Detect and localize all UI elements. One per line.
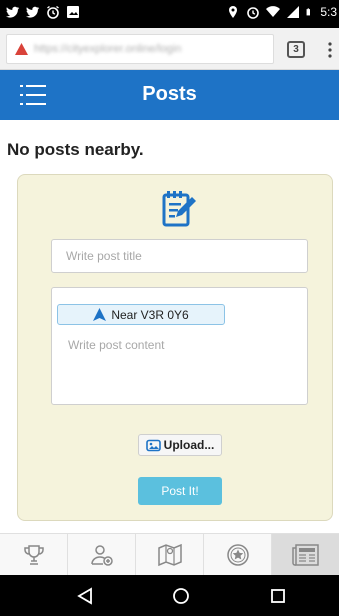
tab-switcher-button[interactable]: 3 (287, 41, 305, 58)
post-title-input[interactable] (51, 239, 308, 273)
location-badge[interactable]: Near V3R 0Y6 (57, 304, 225, 325)
nav-item-badge[interactable] (204, 534, 272, 576)
alarm-icon (247, 7, 260, 19)
post-it-button[interactable]: Post It! (138, 477, 222, 505)
trophy-icon (23, 545, 44, 565)
home-icon[interactable] (172, 587, 190, 605)
twitter-icon (6, 6, 20, 18)
post-content-box: Near V3R 0Y6 (51, 287, 308, 405)
overflow-menu-icon[interactable] (326, 42, 334, 58)
back-icon[interactable] (76, 587, 94, 605)
app-header: Posts (0, 70, 339, 120)
post-composer: Near V3R 0Y6 Upload... Post It! (17, 174, 333, 521)
empty-posts-message: No posts nearby. (7, 140, 144, 159)
alarm-icon (47, 5, 59, 19)
url-text: https://cityexplorer.online/login (34, 43, 182, 55)
system-nav-bar (0, 575, 339, 616)
nav-item-map[interactable] (136, 534, 204, 576)
twitter-icon (26, 6, 40, 18)
image-upload-icon (145, 439, 161, 451)
map-icon (157, 543, 182, 567)
notepad-pen-icon (162, 191, 196, 227)
wifi-icon (266, 6, 281, 17)
recents-icon[interactable] (269, 587, 287, 605)
post-content-input[interactable] (53, 334, 306, 402)
image-icon (67, 6, 79, 18)
page-title: Posts (142, 83, 197, 105)
upload-label: Upload... (163, 438, 215, 452)
upload-button[interactable]: Upload... (138, 434, 222, 456)
signal-icon (287, 6, 300, 18)
browser-toolbar: https://cityexplorer.online/login 3 (0, 28, 339, 70)
battery-icon (306, 8, 311, 16)
nav-item-posts[interactable] (272, 534, 339, 576)
nav-item-add-user[interactable] (68, 534, 136, 576)
star-badge-icon (226, 544, 249, 566)
url-field[interactable]: https://cityexplorer.online/login (6, 34, 274, 64)
warning-icon (15, 43, 28, 55)
add-user-icon (90, 545, 113, 566)
nav-item-trophy[interactable] (0, 534, 68, 576)
navigation-arrow-icon (93, 308, 107, 321)
status-bar: 5:3 (0, 0, 339, 28)
bottom-nav (0, 533, 339, 576)
location-label: Near V3R 0Y6 (111, 307, 189, 322)
status-time: 5:3 (320, 5, 337, 19)
location-icon (229, 6, 238, 18)
newspaper-icon (291, 544, 319, 566)
